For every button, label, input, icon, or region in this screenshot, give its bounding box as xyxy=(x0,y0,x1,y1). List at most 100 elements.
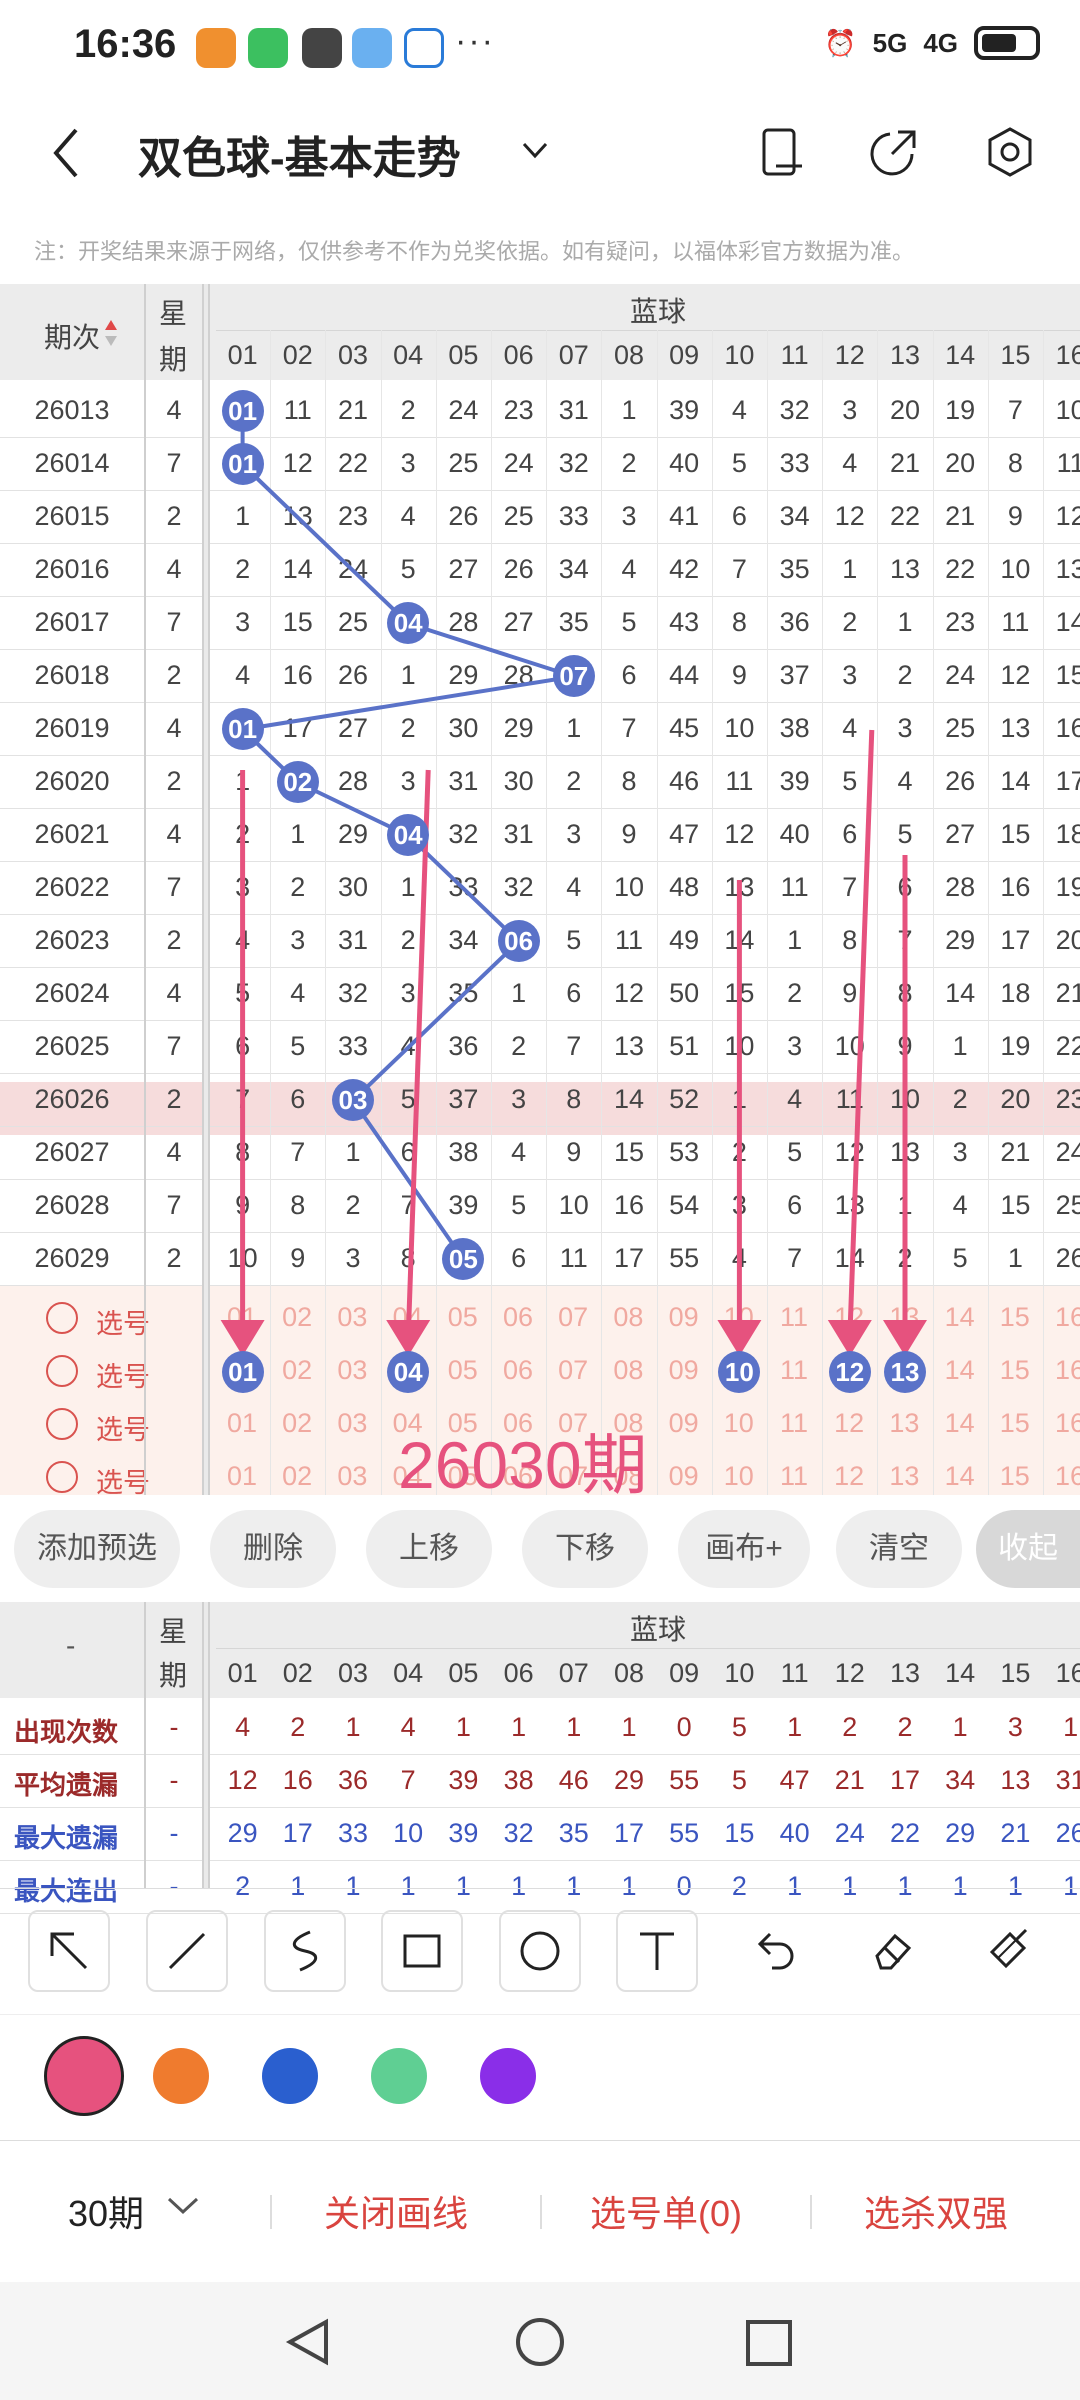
stats-column-header: 07 xyxy=(558,1658,589,1688)
color-swatch[interactable] xyxy=(262,2048,318,2104)
drawn-arrow-line xyxy=(847,729,875,1339)
rect-tool-icon[interactable] xyxy=(381,1910,463,1992)
stats-divider-2 xyxy=(202,1602,210,1888)
stats-cell: 1 xyxy=(787,1871,803,1901)
stats-header-divider xyxy=(216,1648,1080,1649)
stats-column-header: 10 xyxy=(724,1658,755,1688)
stats-cell: 55 xyxy=(669,1818,700,1848)
blue-ball: 03 xyxy=(332,1079,374,1121)
stats-cell: 0 xyxy=(676,1712,692,1742)
nav-back-icon[interactable] xyxy=(282,2316,334,2368)
collapse-button[interactable]: 收起 xyxy=(976,1510,1080,1588)
stats-cell: 47 xyxy=(779,1765,810,1795)
tab-sep-1 xyxy=(270,2195,272,2229)
eraser-icon[interactable] xyxy=(851,1910,933,1992)
stats-week-cell: - xyxy=(169,1871,179,1901)
color-swatch[interactable] xyxy=(480,2048,536,2104)
clear-button[interactable]: 清空 xyxy=(836,1510,962,1588)
stats-cell: 1 xyxy=(621,1871,637,1901)
picked-ball[interactable]: 04 xyxy=(387,1351,430,1393)
stats-cell: 2 xyxy=(731,1871,747,1901)
toolbar-divider xyxy=(0,1888,1080,1889)
stats-cell: 17 xyxy=(282,1818,313,1848)
stats-row-label: 出现次数 xyxy=(14,1717,119,1747)
blue-ball: 01 xyxy=(221,390,264,432)
color-swatch[interactable] xyxy=(371,2048,427,2104)
tab-sep-3 xyxy=(810,2195,812,2229)
stats-cell: 1 xyxy=(1063,1712,1079,1742)
stats-column-header: 05 xyxy=(448,1658,479,1688)
stats-week-header-2: 期 xyxy=(159,1660,188,1691)
picked-ball[interactable]: 12 xyxy=(828,1351,871,1393)
stats-column-header: 13 xyxy=(889,1658,920,1688)
period-overlay-text: 26030期 xyxy=(398,1428,648,1502)
add-preselect-button[interactable]: 添加预选 xyxy=(14,1510,180,1588)
stats-row-label: 平均遗漏 xyxy=(14,1770,119,1800)
close-lines-button[interactable]: 关闭画线 xyxy=(324,2185,468,2237)
blue-ball: 01 xyxy=(221,708,264,750)
stats-row-divider xyxy=(0,1860,1080,1861)
stats-cell: 1 xyxy=(345,1712,361,1742)
color-swatch[interactable] xyxy=(44,2036,124,2116)
nav-recents-icon[interactable] xyxy=(744,2318,794,2368)
stats-cell: 1 xyxy=(897,1871,913,1901)
picked-ball[interactable]: 13 xyxy=(884,1351,926,1393)
stats-week-cell: - xyxy=(169,1712,179,1742)
canvas-plus-button[interactable]: 画布+ xyxy=(678,1510,810,1588)
stats-column-header: 04 xyxy=(393,1658,424,1688)
stats-row-divider xyxy=(0,1754,1080,1755)
stats-cell: 31 xyxy=(1055,1765,1080,1795)
blue-ball: 04 xyxy=(387,814,430,856)
arrow-tool-icon[interactable] xyxy=(28,1910,110,1992)
stats-cell: 1 xyxy=(511,1712,527,1742)
stats-column-header: 06 xyxy=(503,1658,534,1688)
kill-pick-button[interactable]: 选杀双强 xyxy=(864,2185,1008,2237)
stats-cell: 1 xyxy=(1007,1871,1023,1901)
stats-cell: 0 xyxy=(676,1871,692,1901)
stats-column-header: 03 xyxy=(337,1658,368,1688)
stats-cell: 1 xyxy=(842,1871,858,1901)
stats-cell: 1 xyxy=(952,1871,968,1901)
color-swatch[interactable] xyxy=(153,2048,209,2104)
stats-column-header: 14 xyxy=(945,1658,976,1688)
stats-cell: 5 xyxy=(731,1712,747,1742)
nav-home-icon[interactable] xyxy=(514,2316,566,2368)
picked-ball[interactable]: 01 xyxy=(221,1351,264,1393)
stats-cell: 1 xyxy=(952,1712,968,1742)
text-tool-icon[interactable] xyxy=(616,1910,698,1992)
stats-cell: 10 xyxy=(393,1818,424,1848)
delete-button[interactable]: 删除 xyxy=(210,1510,336,1588)
stats-column-header: 01 xyxy=(227,1658,258,1688)
stats-blue-header: 蓝球 xyxy=(630,1614,687,1645)
stats-cell: 2 xyxy=(235,1871,251,1901)
stats-cell: 17 xyxy=(613,1818,644,1848)
stats-cell: 1 xyxy=(621,1712,637,1742)
move-down-button[interactable]: 下移 xyxy=(522,1510,648,1588)
stats-cell: 15 xyxy=(724,1818,755,1848)
stats-cell: 1 xyxy=(455,1871,471,1901)
line-tool-icon[interactable] xyxy=(146,1910,228,1992)
stats-week-header-1: 星 xyxy=(159,1616,188,1647)
blue-ball: 02 xyxy=(276,761,319,803)
brush-clear-icon[interactable] xyxy=(968,1910,1050,1992)
stats-cell: 29 xyxy=(945,1818,976,1848)
stats-cell: 1 xyxy=(345,1871,361,1901)
stats-column-header: 16 xyxy=(1055,1658,1080,1688)
stats-cell: 46 xyxy=(558,1765,589,1795)
palette-divider xyxy=(0,2140,1080,2141)
stats-cell: 1 xyxy=(1063,1871,1079,1901)
undo-icon[interactable] xyxy=(734,1910,816,1992)
stats-cell: 22 xyxy=(889,1818,920,1848)
stats-cell: 1 xyxy=(787,1712,803,1742)
stats-cell: 29 xyxy=(227,1818,258,1848)
move-up-button[interactable]: 上移 xyxy=(366,1510,492,1588)
pick-list-button[interactable]: 选号单(0) xyxy=(590,2185,742,2237)
stats-cell: 39 xyxy=(448,1818,479,1848)
circle-tool-icon[interactable] xyxy=(499,1910,581,1992)
stats-cell: 29 xyxy=(613,1765,644,1795)
blue-ball: 04 xyxy=(387,602,430,644)
stats-column-header: 12 xyxy=(834,1658,865,1688)
period-count-selector[interactable]: 30期 xyxy=(68,2185,144,2237)
periods-chevron-icon[interactable] xyxy=(166,2196,200,2216)
freehand-tool-icon[interactable] xyxy=(264,1910,346,1992)
